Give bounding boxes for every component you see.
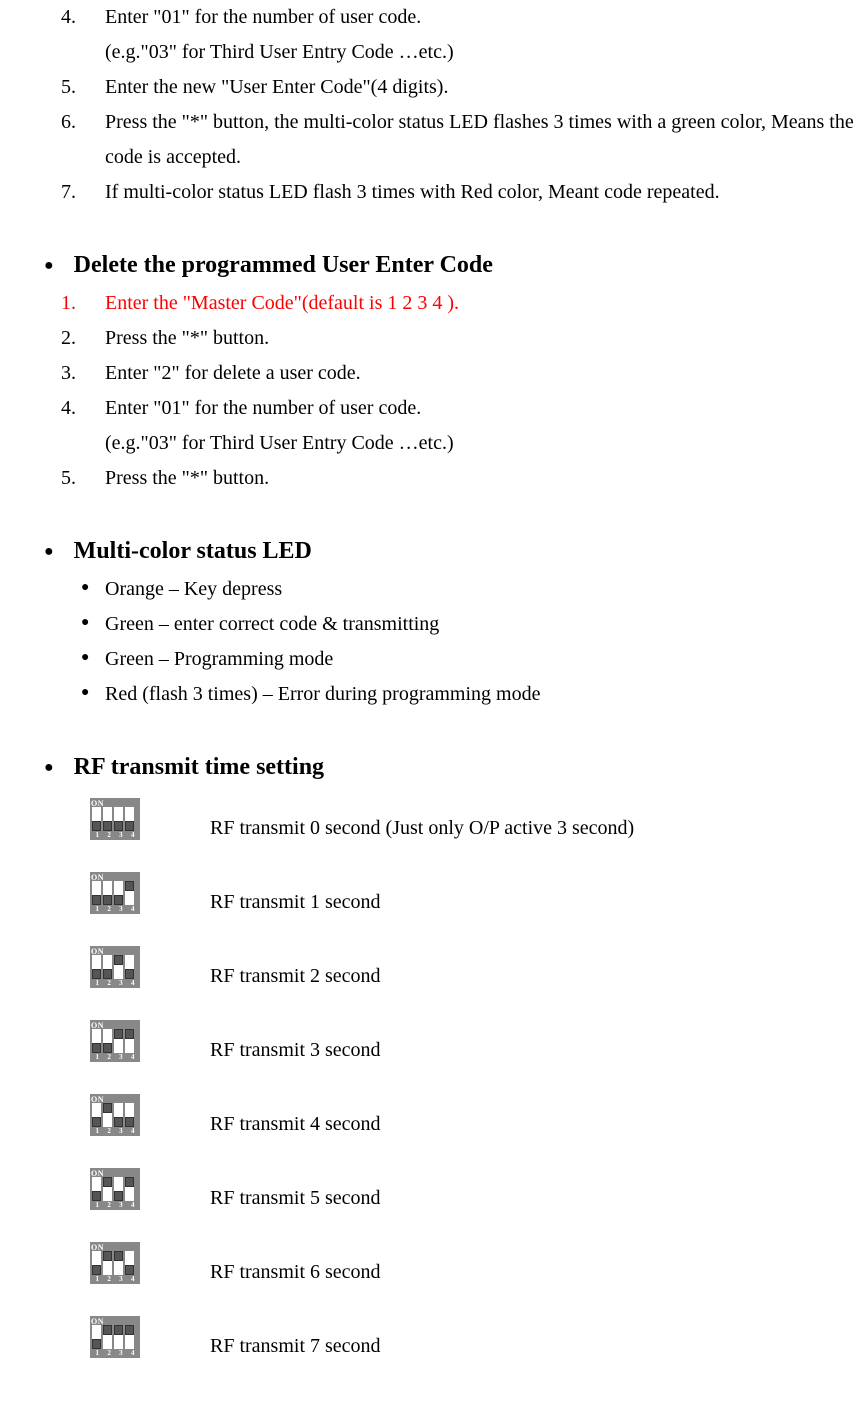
dip-row: 1234RF transmit 1 second <box>90 868 857 914</box>
item-text: Enter the new "User Enter Code"(4 digits… <box>105 70 857 105</box>
list-item: 6.Press the "*" button, the multi-color … <box>105 105 857 175</box>
dip-description: RF transmit 2 second <box>210 959 381 994</box>
bullet-icon: ● <box>81 646 89 671</box>
bullet-icon: ● <box>44 538 54 566</box>
dip-switch-table: 1234 RF transmit 0 second (Just only O/P … <box>10 794 857 1358</box>
item-text: Red (flash 3 times) – Error during progr… <box>105 683 540 705</box>
top-numbered-list: 4. Enter "01" for the number of user code… <box>10 0 857 210</box>
item-text: Press the "*" button, the multi-color st… <box>105 105 857 175</box>
item-number: 4. <box>61 0 91 35</box>
section-title: Delete the programmed User Enter Code <box>74 244 493 286</box>
bullet-icon: ● <box>81 576 89 601</box>
section-led: ● Multi-color status LED <box>10 530 857 572</box>
bullet-icon: ● <box>81 611 89 636</box>
dip-switch-icon: 1234 <box>90 946 140 988</box>
dip-row: 1234RF transmit 7 second <box>90 1312 857 1358</box>
item-number: 4. <box>61 391 91 426</box>
item-number: 1. <box>61 286 91 321</box>
dip-description: RF transmit 5 second <box>210 1181 381 1216</box>
item-text: Green – enter correct code & transmittin… <box>105 613 439 635</box>
item-text: If multi-color status LED flash 3 times … <box>105 175 857 210</box>
item-number: 2. <box>61 321 91 356</box>
item-number: 5. <box>61 461 91 496</box>
dip-description: RF transmit 4 second <box>210 1107 381 1142</box>
dip-description: RF transmit 6 second <box>210 1255 381 1290</box>
list-item: ●Orange – Key depress <box>105 572 857 607</box>
item-text: (e.g."03" for Third User Entry Code …etc… <box>105 35 857 70</box>
delete-steps-list: 1. Enter the "Master Code"(default is 1 2… <box>10 286 857 496</box>
list-item: 4.Enter "01" for the number of user code… <box>105 391 857 461</box>
list-item: ●Green – enter correct code & transmitti… <box>105 607 857 642</box>
dip-switch-icon: 1234 <box>90 1094 140 1136</box>
item-text: Orange – Key depress <box>105 578 282 600</box>
dip-switch-icon: 1234 <box>90 1168 140 1210</box>
list-item: 1.Enter the "Master Code"(default is 1 2… <box>105 286 857 321</box>
dip-row: 1234RF transmit 6 second <box>90 1238 857 1284</box>
dip-row: 1234RF transmit 5 second <box>90 1164 857 1210</box>
item-number: 7. <box>61 175 91 210</box>
dip-switch-icon: 1234 <box>90 798 140 840</box>
section-delete: ● Delete the programmed User Enter Code <box>10 244 857 286</box>
item-number: 3. <box>61 356 91 391</box>
item-text: Press the "*" button. <box>105 321 857 356</box>
dip-switch-icon: 1234 <box>90 1242 140 1284</box>
led-bullet-list: ●Orange – Key depress●Green – enter corr… <box>10 572 857 712</box>
list-item: ●Red (flash 3 times) – Error during prog… <box>105 677 857 712</box>
item-text: Enter "01" for the number of user code. <box>105 391 857 426</box>
dip-switch-icon: 1234 <box>90 1020 140 1062</box>
dip-description: RF transmit 7 second <box>210 1329 381 1364</box>
list-item: 2.Press the "*" button. <box>105 321 857 356</box>
list-item: 7.If multi-color status LED flash 3 time… <box>105 175 857 210</box>
item-text: Enter "01" for the number of user code. <box>105 0 857 35</box>
dip-switch-icon: 1234 <box>90 1316 140 1358</box>
bullet-icon: ● <box>44 252 54 280</box>
item-number: 5. <box>61 70 91 105</box>
dip-row: 1234RF transmit 0 second (Just only O/P … <box>90 794 857 840</box>
dip-row: 1234RF transmit 2 second <box>90 942 857 988</box>
dip-description: RF transmit 0 second (Just only O/P acti… <box>210 811 634 846</box>
bullet-icon: ● <box>81 681 89 706</box>
item-text: Enter "2" for delete a user code. <box>105 356 857 391</box>
list-item: 4.Enter "01" for the number of user code… <box>105 0 857 70</box>
dip-row: 1234RF transmit 3 second <box>90 1016 857 1062</box>
list-item: 3.Enter "2" for delete a user code. <box>105 356 857 391</box>
item-number: 6. <box>61 105 91 140</box>
list-item: 5.Enter the new "User Enter Code"(4 digi… <box>105 70 857 105</box>
item-text: Enter the "Master Code"(default is 1 2 3… <box>105 286 857 321</box>
bullet-icon: ● <box>44 754 54 782</box>
item-text: (e.g."03" for Third User Entry Code …etc… <box>105 426 857 461</box>
item-text: Press the "*" button. <box>105 461 857 496</box>
list-item: 5.Press the "*" button. <box>105 461 857 496</box>
dip-switch-icon: 1234 <box>90 872 140 914</box>
section-rf: ● RF transmit time setting <box>10 746 857 788</box>
section-title: RF transmit time setting <box>74 746 324 788</box>
list-item: ●Green – Programming mode <box>105 642 857 677</box>
dip-description: RF transmit 3 second <box>210 1033 381 1068</box>
dip-description: RF transmit 1 second <box>210 885 381 920</box>
section-title: Multi-color status LED <box>74 530 312 572</box>
item-text: Green – Programming mode <box>105 648 333 670</box>
dip-row: 1234RF transmit 4 second <box>90 1090 857 1136</box>
